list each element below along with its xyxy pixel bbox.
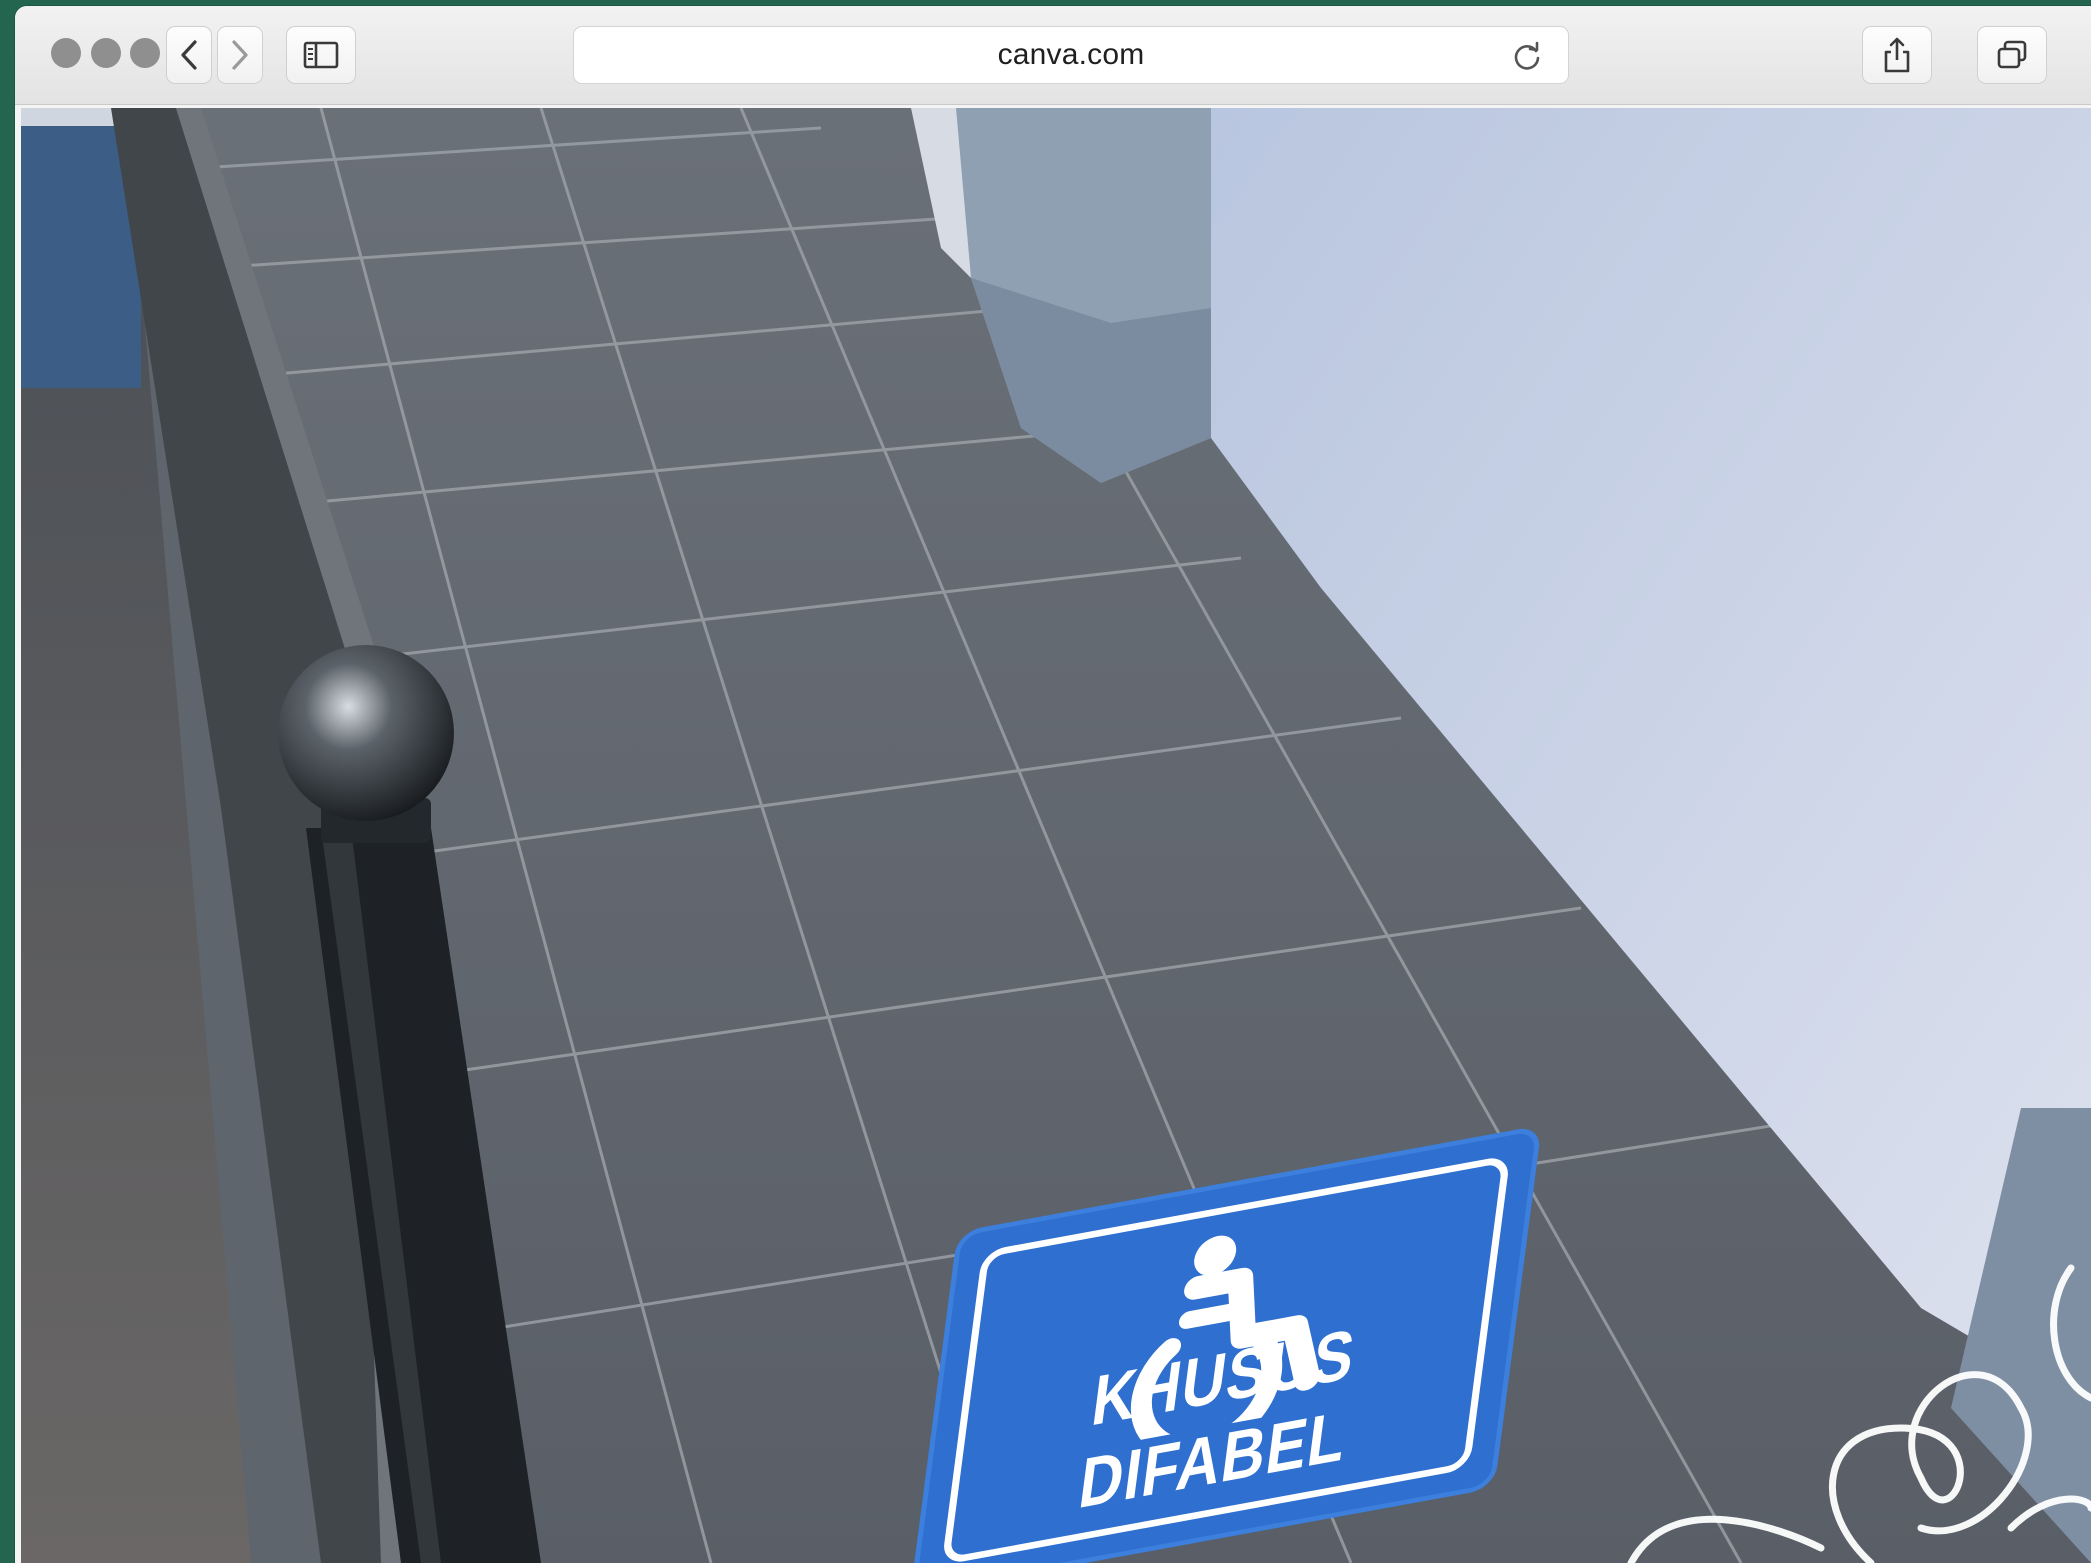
tabs-button[interactable] bbox=[1977, 26, 2047, 84]
chevron-left-icon bbox=[181, 40, 197, 70]
close-window-button[interactable] bbox=[51, 38, 81, 68]
share-icon bbox=[1884, 37, 1910, 73]
share-button[interactable] bbox=[1862, 26, 1932, 84]
tabs-icon bbox=[1997, 40, 2027, 69]
minimize-window-button[interactable] bbox=[91, 38, 121, 68]
sidebar-button[interactable] bbox=[286, 26, 356, 84]
web-content: KHUSUS DIFABEL bbox=[21, 108, 2091, 1563]
back-button[interactable] bbox=[166, 26, 212, 84]
sidebar-icon bbox=[303, 41, 339, 69]
browser-window: canva.com KHUSUS DIFABEL bbox=[15, 6, 2091, 1563]
zoom-window-button[interactable] bbox=[130, 38, 160, 68]
forward-button[interactable] bbox=[217, 26, 263, 84]
address-bar[interactable]: canva.com bbox=[573, 26, 1569, 84]
browser-toolbar: canva.com bbox=[15, 6, 2091, 105]
chevron-right-icon bbox=[232, 40, 248, 70]
reload-icon[interactable] bbox=[1510, 39, 1544, 73]
url-text: canva.com bbox=[997, 38, 1145, 71]
